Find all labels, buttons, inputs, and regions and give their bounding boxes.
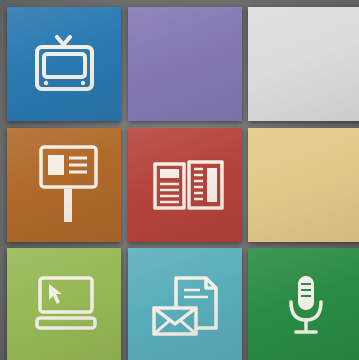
tile-sand[interactable] (248, 128, 359, 242)
computer-cursor-icon (35, 276, 97, 330)
tile-grid (0, 0, 359, 360)
tile-computer[interactable] (7, 248, 121, 360)
microphone-icon (289, 276, 323, 334)
tile-mail[interactable] (128, 248, 242, 360)
tile-tv[interactable] (7, 7, 121, 121)
signpost-icon (39, 145, 98, 222)
tv-icon (35, 35, 94, 91)
mail-document-icon (152, 276, 218, 336)
tile-microphone[interactable] (248, 248, 359, 360)
tile-newspaper[interactable] (128, 128, 242, 242)
tile-signpost[interactable] (7, 128, 121, 242)
tile-purple[interactable] (128, 7, 242, 121)
newspaper-icon (153, 160, 224, 210)
tile-light-gray[interactable] (248, 7, 359, 121)
